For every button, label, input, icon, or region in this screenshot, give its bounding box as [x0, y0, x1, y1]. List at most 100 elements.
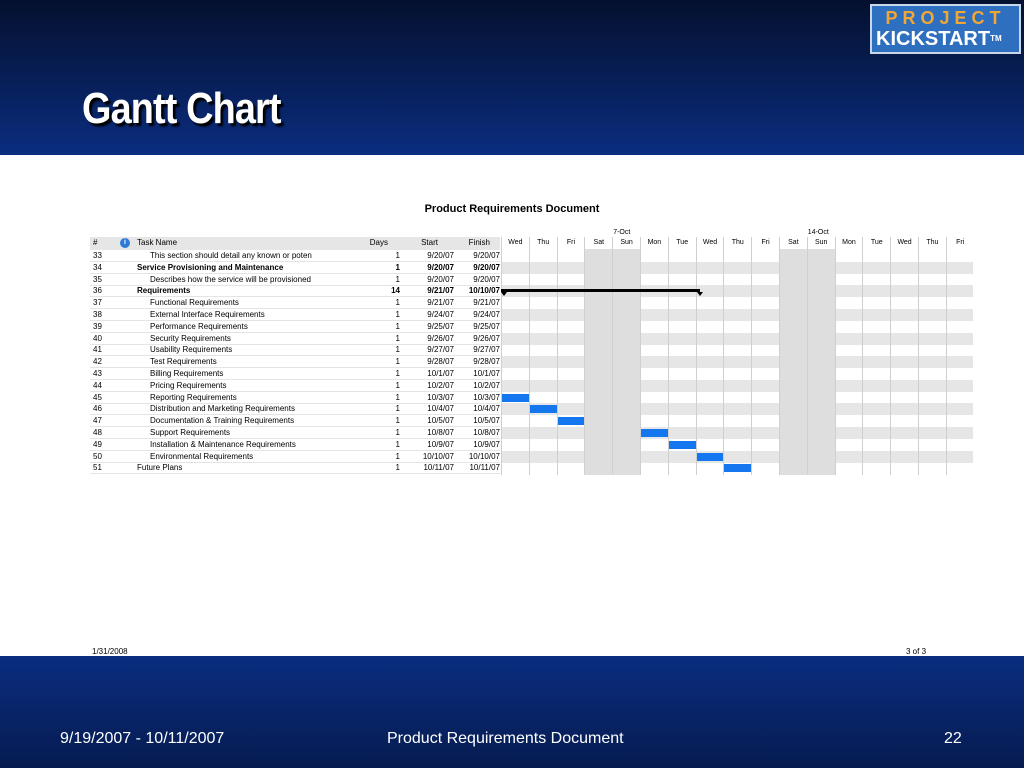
header-finish: Finish: [468, 238, 490, 247]
day-header: Sat: [584, 237, 613, 249]
row-id: 48: [93, 428, 102, 437]
task-bar[interactable]: [502, 393, 529, 402]
row-finish: 10/2/07: [473, 380, 500, 390]
day-grid-line: [918, 249, 919, 475]
row-start: 10/2/07: [427, 380, 454, 390]
logo-word: KICKSTART: [876, 28, 991, 50]
row-task-name: This section should detail any known or …: [150, 251, 312, 260]
row-start: 10/3/07: [427, 392, 454, 402]
row-id: 37: [93, 298, 102, 308]
row-task-name: Test Requirements: [150, 357, 217, 367]
table-row: 46 Distribution and Marketing Requirement…: [90, 403, 500, 416]
row-days: 1: [395, 392, 400, 402]
row-days: 1: [395, 451, 400, 461]
row-finish: 9/27/07: [473, 345, 500, 355]
row-start: 9/25/07: [427, 321, 454, 331]
row-id: 43: [93, 369, 102, 378]
table-row: 48 Support Requirements 1 10/8/07 10/8/07: [90, 427, 500, 439]
day-header: Wed: [890, 237, 918, 249]
row-finish: 10/10/07: [468, 451, 500, 461]
row-task-name: Service Provisioning and Maintenance: [137, 262, 284, 272]
timeline-row-band: [501, 403, 973, 416]
row-start: 10/10/07: [422, 451, 454, 461]
row-days: 1: [395, 428, 400, 437]
row-start: 9/26/07: [427, 333, 454, 343]
row-task-name: Documentation & Training Requirements: [150, 416, 295, 426]
row-start: 9/21/07: [427, 298, 454, 308]
table-row: 33 This section should detail any known o…: [90, 250, 500, 262]
row-finish: 10/1/07: [473, 369, 500, 378]
summary-bar: [501, 289, 700, 293]
table-row: 42 Test Requirements 1 9/28/07 9/28/07: [90, 356, 500, 369]
row-id: 39: [93, 321, 102, 331]
row-id: 40: [93, 333, 102, 343]
row-finish: 10/8/07: [473, 428, 500, 437]
day-header: Thu: [528, 237, 557, 249]
day-header: Fri: [556, 237, 585, 249]
weekend-column: [779, 249, 807, 475]
row-finish: 10/4/07: [473, 404, 500, 414]
row-finish: 9/20/07: [473, 274, 500, 284]
day-grid-line: [612, 249, 614, 475]
table-row: 39 Performance Requirements 1 9/25/07 9/25/0…: [90, 321, 500, 333]
row-task-name: Requirements: [137, 286, 191, 296]
row-id: 46: [93, 404, 102, 414]
task-bar[interactable]: [724, 464, 752, 473]
timeline-row-band: [501, 356, 973, 369]
row-id: 38: [93, 310, 102, 319]
gantt-timeline: Wed Thu Fri Sat Sun Mon Tue Wed Thu Fri Sat Sun Mon T…: [501, 229, 974, 475]
timeline-row-band: [501, 379, 973, 392]
row-id: 44: [93, 380, 102, 390]
day-grid-line: [528, 249, 530, 475]
day-grid-line: [806, 249, 808, 475]
day-header: Sun: [612, 237, 640, 249]
day-grid-line: [945, 249, 947, 475]
table-row: 47 Documentation & Training Requirements 1…: [90, 415, 500, 428]
row-task-name: Environmental Requirements: [150, 451, 254, 461]
row-days: 14: [391, 286, 400, 296]
row-start: 9/20/07: [427, 262, 454, 272]
table-row: 44 Pricing Requirements 1 10/2/07 10/2/07: [90, 380, 500, 392]
table-row: 37 Functional Requirements 1 9/21/07 9/21/07: [90, 297, 500, 310]
row-days: 1: [395, 321, 400, 331]
day-header: Mon: [640, 237, 668, 249]
row-task-name: Functional Requirements: [150, 298, 239, 308]
day-header: Fri: [751, 237, 779, 249]
logo-line2: KICKSTARTTM: [876, 28, 1015, 50]
day-grid-line: [723, 249, 725, 475]
row-task-name: Security Requirements: [150, 333, 231, 343]
row-task-name: Billing Requirements: [150, 369, 224, 378]
timeline-row-band: [501, 427, 973, 439]
row-task-name: Distribution and Marketing Requirements: [150, 404, 295, 414]
row-finish: 10/9/07: [473, 439, 500, 449]
project-kickstart-logo: PROJECT KICKSTARTTM: [870, 4, 1021, 54]
task-bar[interactable]: [641, 429, 668, 437]
table-row: 45 Reporting Requirements 1 10/3/07 10/3/07: [90, 392, 500, 404]
table-row: 49 Installation & Maintenance Requirement…: [90, 439, 500, 451]
row-days: 1: [395, 416, 400, 426]
timeline-row-band: [501, 261, 973, 274]
row-task-name: Future Plans: [137, 463, 183, 473]
row-id: 45: [93, 392, 102, 402]
row-start: 9/27/07: [427, 345, 454, 355]
day-grid-line: [584, 249, 586, 475]
header-start: Start: [421, 238, 438, 247]
row-task-name: Pricing Requirements: [150, 380, 227, 390]
task-bar[interactable]: [668, 440, 696, 449]
logo-line1: PROJECT: [885, 8, 1006, 28]
day-grid-line: [695, 249, 697, 475]
task-bar[interactable]: [557, 417, 585, 426]
day-header: Thu: [918, 237, 946, 249]
weekend-column: [806, 249, 835, 475]
row-days: 1: [395, 333, 400, 343]
task-bar[interactable]: [696, 452, 724, 461]
row-task-name: External Interface Requirements: [150, 310, 265, 319]
row-task-name: Performance Requirements: [150, 321, 248, 331]
day-header: Tue: [667, 237, 696, 249]
header-days: Days: [369, 238, 388, 247]
task-bar[interactable]: [529, 405, 557, 414]
day-grid-line: [779, 249, 780, 475]
row-start: 9/20/07: [427, 274, 454, 284]
row-task-name: Usability Requirements: [150, 345, 233, 355]
header-info: i: [120, 237, 134, 249]
